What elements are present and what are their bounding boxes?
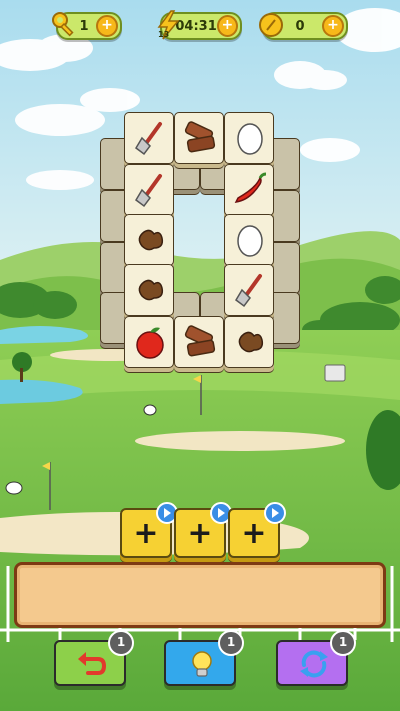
booster-slot-3[interactable]: + — [228, 502, 286, 558]
tile-apple[interactable] — [124, 316, 174, 368]
tile-egg[interactable] — [224, 214, 274, 266]
tile-peanut[interactable] — [224, 316, 274, 368]
coin-icon — [259, 13, 283, 37]
tile-shovel[interactable] — [224, 264, 274, 316]
tile-wood[interactable] — [174, 316, 224, 368]
tile-wood[interactable] — [174, 112, 224, 164]
add-coins-button[interactable]: + — [322, 15, 344, 37]
peanut-icon — [138, 279, 164, 301]
undo-count: 1 — [108, 630, 134, 656]
apple-icon — [136, 327, 164, 359]
key-icon — [52, 12, 74, 37]
booster-slot-1[interactable]: + — [120, 502, 178, 558]
shovel-icon — [135, 174, 162, 208]
hint-button[interactable]: 1 — [164, 630, 244, 686]
egg-icon — [237, 123, 263, 155]
tile-tray — [14, 562, 386, 628]
tile-chili[interactable] — [224, 164, 274, 216]
game-scene: 1 + 13 04:31 + 0 + + + + 1 1 1 — [0, 0, 400, 711]
tile-shovel[interactable] — [124, 164, 174, 216]
tile-shovel[interactable] — [124, 112, 174, 164]
chili-icon — [234, 172, 267, 203]
undo-icon — [78, 652, 107, 675]
shuffle-button[interactable]: 1 — [276, 630, 356, 686]
peanut-icon — [238, 331, 264, 353]
shovel-icon — [135, 122, 162, 156]
coins-counter[interactable]: 0 + — [259, 12, 348, 40]
add-keys-button[interactable]: + — [96, 15, 118, 37]
tile-egg[interactable] — [224, 112, 274, 164]
keys-counter[interactable]: 1 + — [52, 12, 122, 40]
tile-peanut[interactable] — [124, 214, 174, 266]
egg-icon — [237, 225, 263, 257]
shovel-icon — [235, 274, 262, 308]
lightning-badge: 13 — [158, 30, 170, 39]
wood-icon — [184, 325, 216, 357]
hint-count: 1 — [218, 630, 244, 656]
wood-icon — [184, 121, 216, 153]
lightbulb-icon — [192, 651, 212, 677]
peanut-icon — [138, 229, 164, 251]
video-ad-icon — [264, 502, 286, 524]
shuffle-count: 1 — [330, 630, 356, 656]
shuffle-icon — [300, 650, 328, 678]
booster-slot-2[interactable]: + — [174, 502, 232, 558]
undo-button[interactable]: 1 — [54, 630, 134, 686]
add-energy-button[interactable]: + — [216, 15, 238, 37]
tile-peanut[interactable] — [124, 264, 174, 316]
energy-timer[interactable]: 13 04:31 + — [157, 10, 242, 40]
